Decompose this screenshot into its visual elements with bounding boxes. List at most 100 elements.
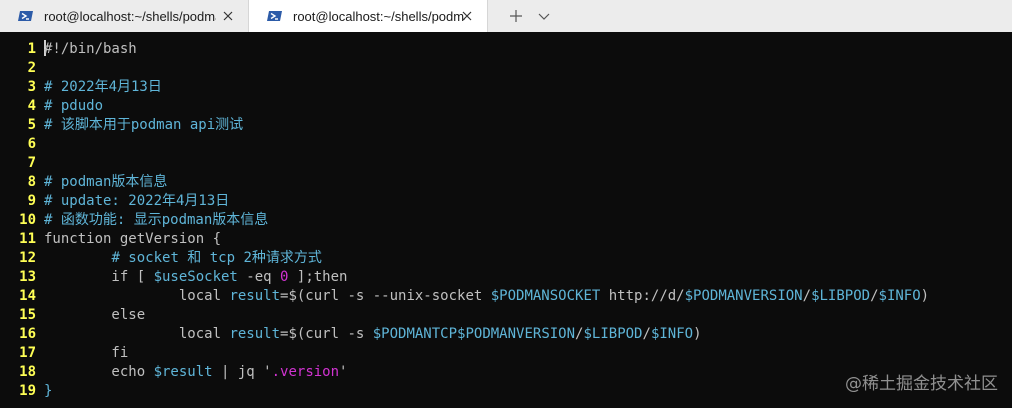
code-token: $PODMANVERSION: [684, 288, 803, 304]
code-token: ): [920, 288, 930, 304]
code-token: # 函数功能: 显示podman版本信息: [44, 212, 269, 228]
line-number: 14: [19, 288, 36, 304]
tab-terminal-2-active[interactable]: root@localhost:~/shells/podma: [248, 0, 488, 32]
terminal-window: root@localhost:~/shells/podma root@local…: [0, 0, 1012, 408]
tab-terminal-1[interactable]: root@localhost:~/shells/podma: [0, 0, 248, 32]
tab-title: root@localhost:~/shells/podma: [293, 8, 465, 24]
code-token: $INFO: [650, 326, 694, 342]
code-token: /: [642, 326, 651, 342]
line-number: 18: [19, 364, 36, 380]
code-token: $INFO: [878, 288, 921, 304]
code-token: if [: [44, 269, 154, 285]
code-token: /: [802, 288, 812, 304]
code-line: 16 local result=$(curl -s $PODMANTCP$POD…: [0, 325, 1012, 344]
code-token: =$(curl -s --unix-socket: [280, 288, 491, 304]
code-token: # 2022年4月13日: [44, 79, 162, 95]
line-number: 16: [19, 326, 36, 342]
code-line: 10 # 函数功能: 显示podman版本信息: [0, 211, 1012, 230]
code-text: # socket 和 tcp 2种请求方式: [44, 250, 322, 266]
code-line: 2: [0, 59, 1012, 78]
line-number: 2: [27, 60, 36, 76]
code-token: function getVersion {: [44, 231, 222, 247]
code-text: # 函数功能: 显示podman版本信息: [44, 212, 268, 228]
code-text: }: [44, 383, 52, 399]
tab-bar: root@localhost:~/shells/podma root@local…: [0, 0, 1012, 32]
code-line: 1 #!/bin/bash: [0, 40, 1012, 59]
line-number: 8: [27, 174, 36, 190]
tab-title: root@localhost:~/shells/podma: [44, 8, 216, 24]
line-number: 11: [19, 231, 36, 247]
code-token: # socket 和 tcp 2种请求方式: [111, 250, 322, 266]
tab-dropdown-button[interactable]: [530, 0, 558, 32]
code-token: ): [693, 326, 702, 342]
code-text: local result=$(curl -s --unix-socket $PO…: [44, 288, 929, 304]
code-token: result: [229, 326, 281, 342]
code-text: # podman版本信息: [44, 174, 167, 190]
code-token: local: [44, 326, 230, 342]
code-text: function getVersion {: [44, 231, 221, 247]
line-number: 6: [27, 136, 36, 152]
code-line: 17 fi: [0, 344, 1012, 363]
code-line: 11 function getVersion {: [0, 230, 1012, 249]
code-token: $PODMANVERSION: [457, 326, 576, 342]
code-text: # 该脚本用于podman api测试: [44, 117, 243, 133]
plus-icon: [510, 10, 522, 22]
code-line: 7: [0, 154, 1012, 173]
code-token: # podman版本信息: [44, 174, 168, 190]
line-number: 10: [19, 212, 36, 228]
line-number: 9: [27, 193, 36, 209]
line-number: 1: [27, 41, 36, 57]
close-icon[interactable]: [220, 8, 236, 24]
line-number: 19: [19, 383, 36, 399]
watermark: @稀土掘金技术社区: [845, 374, 998, 394]
line-number: 4: [27, 98, 36, 114]
code-line: 6: [0, 135, 1012, 154]
code-text: # 2022年4月13日: [44, 79, 162, 95]
code-token: $PODMANTCP: [372, 326, 458, 342]
code-token: # pdudo: [44, 98, 104, 114]
code-token: $result: [153, 364, 213, 380]
terminal-editor[interactable]: 1 #!/bin/bash 2 3 # 2022年4月13日 4 # pdudo 5 # 该脚本…: [0, 40, 1012, 408]
code-token: http://d/: [600, 288, 685, 304]
code-token: $useSocket: [153, 269, 238, 285]
code-token: $LIBPOD: [583, 326, 643, 342]
code-token: ': [339, 364, 348, 380]
code-token: else: [44, 307, 146, 323]
code-text: local result=$(curl -s $PODMANTCP$PODMAN…: [44, 326, 702, 342]
new-tab-button[interactable]: [502, 0, 530, 32]
code-token: =$(curl -s: [280, 326, 373, 342]
code-line: 14 local result=$(curl -s --unix-socket …: [0, 287, 1012, 306]
code-token: $LIBPOD: [811, 288, 871, 304]
code-token: result: [229, 288, 281, 304]
code-text: else: [44, 307, 145, 323]
code-token: ];then: [288, 269, 348, 285]
code-token: # 该脚本用于podman api测试: [44, 117, 244, 133]
code-line: 3 # 2022年4月13日: [0, 78, 1012, 97]
code-line: 12 # socket 和 tcp 2种请求方式: [0, 249, 1012, 268]
line-number: 12: [19, 250, 36, 266]
code-token: #!/bin/bash: [44, 41, 137, 57]
powershell-icon: [18, 11, 33, 21]
code-text: fi: [44, 345, 128, 361]
chevron-down-icon: [538, 13, 550, 20]
code-token: echo: [44, 364, 154, 380]
line-number: 13: [19, 269, 36, 285]
line-number: 17: [19, 345, 36, 361]
code-text: if [ $useSocket -eq 0 ];then: [44, 269, 347, 285]
code-line: 15 else: [0, 306, 1012, 325]
line-number: 5: [27, 117, 36, 133]
powershell-icon: [267, 11, 282, 21]
code-text: echo $result | jq '.version': [44, 364, 347, 380]
tab-actions: [488, 0, 558, 32]
code-token: local: [44, 288, 230, 304]
code-line: 5 # 该脚本用于podman api测试: [0, 116, 1012, 135]
code-token: /: [870, 288, 879, 304]
code-line: 13 if [ $useSocket -eq 0 ];then: [0, 268, 1012, 287]
code-line: 9 # update: 2022年4月13日: [0, 192, 1012, 211]
line-number: 7: [27, 155, 36, 171]
code-token: | jq ': [212, 364, 272, 380]
code-token: -eq: [237, 269, 281, 285]
code-line: 8 # podman版本信息: [0, 173, 1012, 192]
close-icon[interactable]: [459, 8, 475, 24]
code-token: .version: [271, 364, 340, 380]
